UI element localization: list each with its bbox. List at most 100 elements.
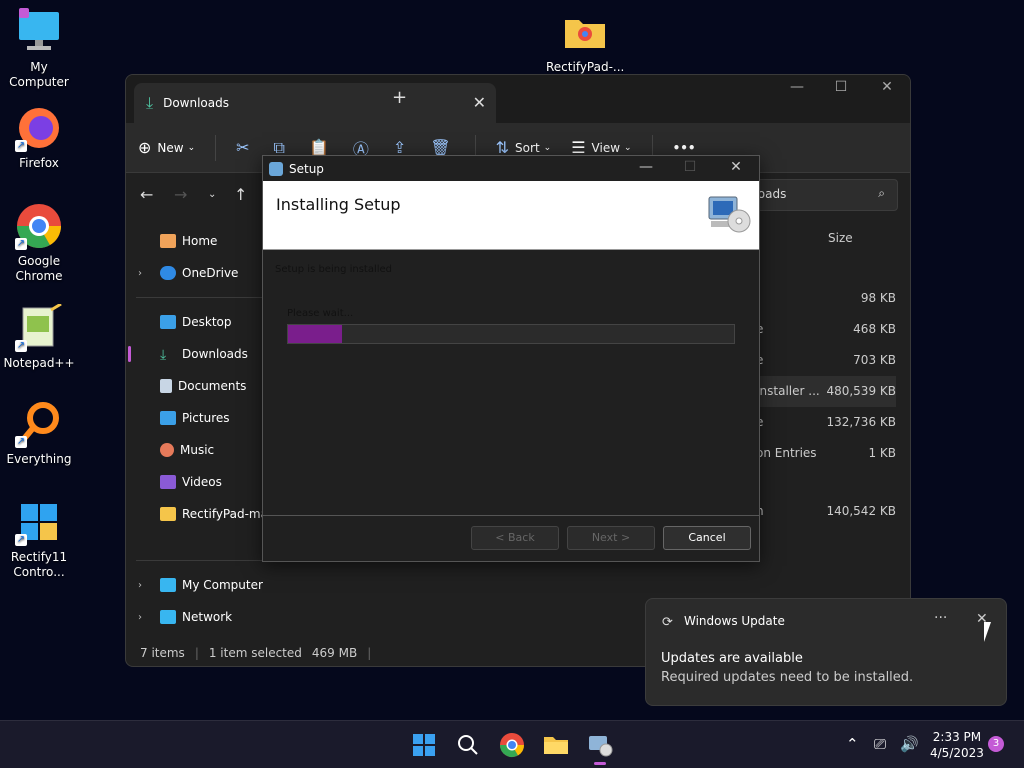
computer-disc-icon	[707, 191, 751, 235]
sidebar-divider	[136, 560, 276, 561]
selection-size: 469 MB	[311, 646, 358, 660]
taskbar-file-explorer[interactable]	[540, 729, 572, 761]
file-size: 1 KB	[868, 446, 896, 460]
sidebar-item-label: Network	[182, 610, 233, 624]
minimize-button[interactable]: —	[782, 79, 812, 95]
desktop-icon-firefox[interactable]: ↗ Firefox	[0, 104, 78, 171]
folder-icon	[544, 737, 568, 754]
desktop-icon-chrome[interactable]: ↗ Google Chrome	[0, 202, 78, 284]
notification-more-button[interactable]: ···	[934, 610, 947, 626]
desktop-icon-label: RectifyPad-...	[546, 60, 625, 74]
shortcut-arrow-icon: ↗	[15, 534, 27, 546]
file-size: 703 KB	[853, 353, 896, 367]
desktop-icon-my-computer[interactable]: My Computer	[0, 8, 78, 90]
explorer-titlebar[interactable]: ⤓ Downloads ✕ + — ☐ ✕	[126, 75, 910, 123]
view-label: View	[591, 140, 621, 155]
chrome-icon	[500, 733, 524, 758]
notification-body: Required updates need to be installed.	[661, 670, 914, 685]
folder-icon	[561, 8, 609, 56]
desktop-icon-rectifypad[interactable]: RectifyPad-...	[546, 8, 624, 75]
toolbar-divider	[215, 134, 217, 161]
firefox-icon: ↗	[15, 104, 63, 152]
status-divider: |	[367, 646, 372, 660]
maximize-button[interactable]: ☐	[826, 79, 856, 95]
shortcut-arrow-icon: ↗	[15, 140, 27, 152]
plus-circle-icon: ⊕	[138, 138, 152, 157]
sidebar-item-my-computer[interactable]: › My Computer	[126, 569, 286, 601]
table-row[interactable]: on Entries 1 KB	[756, 438, 896, 469]
tab-downloads[interactable]: ⤓ Downloads ✕	[134, 83, 496, 123]
windows-logo-icon: ↗	[15, 498, 63, 546]
close-button[interactable]: ✕	[872, 79, 902, 95]
maximize-button[interactable]: ☐	[675, 159, 705, 175]
install-status-text: Setup is being installed	[275, 264, 393, 275]
setup-dialog[interactable]: Setup — ☐ ✕ Installing Setup Setup is be…	[262, 155, 760, 562]
cloud-icon	[160, 266, 176, 280]
sort-label: Sort	[515, 140, 540, 155]
sidebar-divider	[136, 297, 276, 298]
magnifier-icon: ↗	[15, 400, 63, 448]
setup-titlebar[interactable]: Setup — ☐ ✕	[263, 156, 759, 181]
notification-app-name: Windows Update	[684, 614, 785, 628]
network-icon	[160, 610, 176, 624]
cancel-button[interactable]: Cancel	[663, 526, 751, 550]
table-row[interactable]: Installer ... 480,539 KB	[756, 376, 896, 407]
system-clock[interactable]: 2:33 PM 4/5/2023	[930, 729, 984, 761]
close-button[interactable]: ✕	[721, 159, 751, 175]
taskbar-setup[interactable]	[584, 729, 616, 765]
monitor-icon	[160, 578, 176, 592]
shortcut-arrow-icon: ↗	[15, 340, 27, 352]
table-row[interactable]: n140,542 KB	[756, 496, 896, 527]
desktop-icon-rectify11[interactable]: ↗ Rectify11 Contro...	[0, 498, 78, 580]
tab-title: Downloads	[163, 96, 229, 110]
desktop-icon-notepadpp[interactable]: ↗ Notepad++	[0, 302, 78, 371]
up-arrow-icon[interactable]: ↑	[234, 185, 247, 204]
sidebar-item-label: RectifyPad-mai	[182, 507, 272, 521]
please-wait-text: Please wait...	[287, 308, 354, 319]
table-row[interactable]: 98 KB	[756, 283, 896, 314]
file-name: Installer ...	[756, 384, 820, 398]
volume-icon[interactable]: 🔊	[900, 735, 919, 753]
desktop-icon-everything[interactable]: ↗ Everything	[0, 400, 78, 467]
network-icon[interactable]: ⎚	[874, 735, 886, 753]
sidebar-item-network[interactable]: › Network	[126, 601, 286, 633]
clock-time: 2:33 PM	[932, 730, 982, 744]
taskbar-search-button[interactable]	[452, 729, 484, 761]
new-tab-button[interactable]: +	[392, 87, 407, 108]
notification-title: Updates are available	[661, 651, 803, 666]
recent-chevron-icon[interactable]: ⌄	[208, 189, 216, 200]
back-button[interactable]: < Back	[471, 526, 559, 550]
back-arrow-icon[interactable]: ←	[140, 185, 153, 204]
table-row[interactable]: e703 KB	[756, 345, 896, 376]
more-options-button[interactable]: •••	[673, 141, 696, 155]
desktop-icon-label: Firefox	[19, 156, 59, 170]
windows-logo-icon	[413, 734, 435, 756]
cut-icon[interactable]: ✂	[236, 138, 249, 157]
table-row[interactable]: e468 KB	[756, 314, 896, 345]
shortcut-arrow-icon: ↗	[15, 436, 27, 448]
windows-update-notification[interactable]: ⟳ Windows Update ··· ✕ Updates are avail…	[645, 598, 1007, 706]
close-tab-icon[interactable]: ✕	[473, 93, 486, 112]
file-size: 140,542 KB	[826, 504, 896, 518]
notification-count-badge[interactable]: 3	[988, 736, 1004, 752]
item-count: 7 items	[140, 646, 185, 660]
minimize-button[interactable]: —	[631, 159, 661, 175]
show-hidden-icons-chevron-icon[interactable]: ⌃	[846, 735, 859, 753]
progress-fill	[288, 325, 342, 343]
setup-footer: < Back Next > Cancel	[263, 515, 759, 561]
download-icon: ⤓	[146, 93, 154, 112]
start-button[interactable]	[408, 729, 440, 761]
selection-count: 1 item selected	[208, 646, 302, 660]
next-button[interactable]: Next >	[567, 526, 655, 550]
table-row[interactable]: e132,736 KB	[756, 407, 896, 438]
column-header-size[interactable]: Size	[828, 231, 853, 245]
taskbar-chrome[interactable]	[496, 729, 528, 761]
desktop-icon-label: My Computer	[9, 60, 69, 89]
chevron-down-icon: ⌄	[543, 142, 552, 153]
videos-icon	[160, 475, 176, 489]
search-icon: ⌕	[878, 186, 885, 200]
setup-body: Setup is being installed Please wait...	[263, 250, 759, 518]
install-progress-bar	[287, 324, 735, 344]
new-button[interactable]: ⊕ New ⌄	[138, 138, 195, 157]
forward-arrow-icon[interactable]: →	[174, 185, 187, 204]
